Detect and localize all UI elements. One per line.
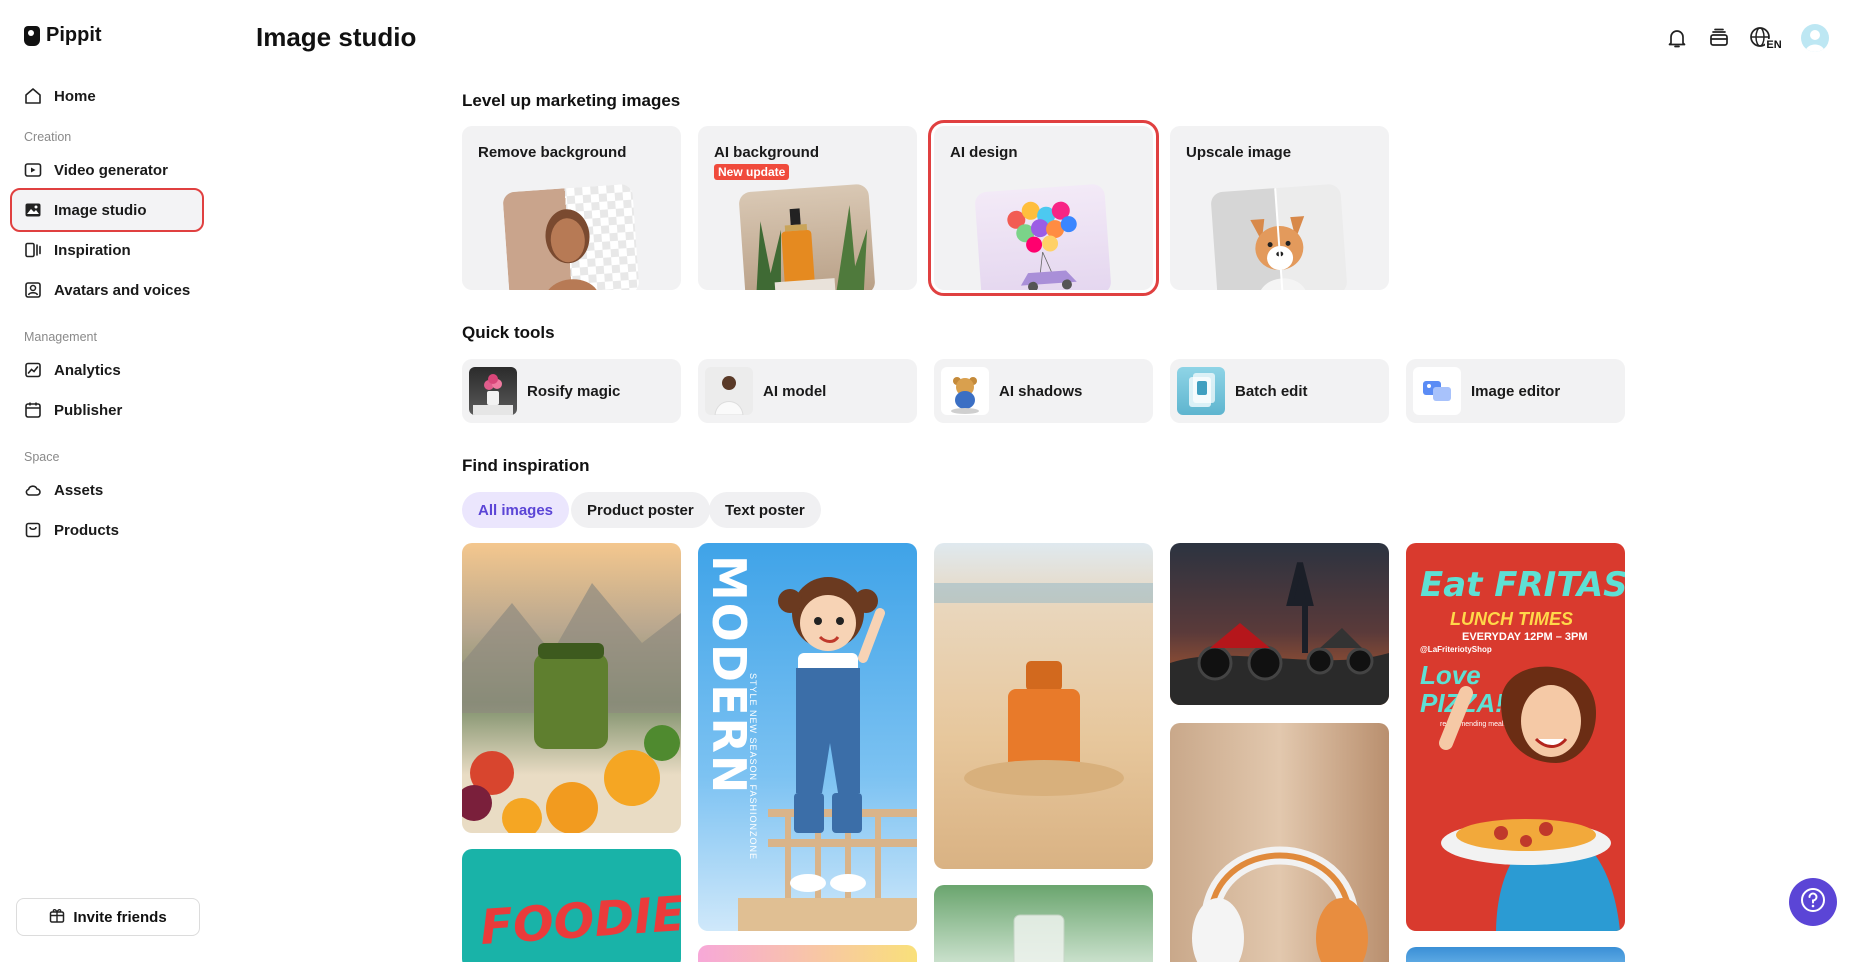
sidebar: Pippit Home Creation Video generator Ima…: [0, 0, 210, 962]
sidebar-item-video-generator[interactable]: Video generator: [12, 150, 202, 190]
sidebar-item-avatars-voices[interactable]: Avatars and voices: [12, 270, 202, 310]
sidebar-item-image-studio[interactable]: Image studio: [10, 188, 204, 232]
invite-friends-label: Invite friends: [73, 908, 167, 926]
foodie-text: FOODIE: [478, 885, 681, 957]
gallery-image-headphones[interactable]: [1170, 723, 1389, 962]
app-logo[interactable]: Pippit: [24, 24, 102, 47]
rosify-magic-thumbnail: [469, 367, 517, 415]
app-name: Pippit: [46, 24, 102, 46]
batch-edit-thumbnail: [1177, 367, 1225, 415]
filter-text-poster[interactable]: Text poster: [709, 492, 821, 528]
tool-label: Rosify magic: [527, 382, 621, 400]
sidebar-item-label: Inspiration: [54, 241, 131, 259]
sidebar-item-label: Avatars and voices: [54, 281, 191, 299]
gallery-image-motorcycles[interactable]: [1170, 543, 1389, 705]
ai-model-thumbnail: [705, 367, 753, 415]
section-label-management: Management: [24, 330, 97, 344]
tool-label: AI model: [763, 382, 827, 400]
gallery-image-colorful[interactable]: [698, 945, 917, 962]
card-ai-background[interactable]: AI background New update: [698, 126, 917, 290]
section-title-quick-tools: Quick tools: [462, 323, 555, 342]
gallery-image-sand-bottle[interactable]: [934, 543, 1153, 869]
card-label: Remove background: [478, 144, 627, 161]
sidebar-item-label: Analytics: [54, 361, 121, 379]
gift-icon: [49, 907, 65, 927]
home-icon: [24, 87, 42, 105]
card-label: Upscale image: [1186, 144, 1292, 161]
new-update-badge: New update: [714, 164, 790, 180]
gallery-image-foodie[interactable]: FOODIE: [462, 849, 681, 962]
tool-ai-model[interactable]: AI model: [698, 359, 917, 423]
page-title: Image studio: [256, 22, 417, 52]
filter-product-poster[interactable]: Product poster: [571, 492, 710, 528]
sidebar-item-inspiration[interactable]: Inspiration: [12, 230, 202, 270]
sidebar-item-label: Home: [54, 87, 96, 105]
invite-friends-button[interactable]: Invite friends: [16, 898, 200, 936]
question-icon: [1800, 887, 1826, 918]
tool-image-editor[interactable]: Image editor: [1406, 359, 1625, 423]
upscale-image-thumbnail: [1210, 183, 1348, 290]
sidebar-item-label: Image studio: [54, 201, 147, 219]
ai-design-thumbnail: [974, 183, 1112, 290]
header-actions: EN: [1665, 24, 1829, 52]
tool-rosify-magic[interactable]: Rosify magic: [462, 359, 681, 423]
sidebar-item-label: Products: [54, 521, 120, 539]
section-title-find-inspiration: Find inspiration: [462, 456, 590, 475]
sidebar-item-analytics[interactable]: Analytics: [12, 350, 202, 390]
tool-batch-edit[interactable]: Batch edit: [1170, 359, 1389, 423]
sidebar-item-label: Video generator: [54, 161, 168, 179]
bell-icon[interactable]: [1665, 26, 1689, 50]
ai-shadows-thumbnail: [941, 367, 989, 415]
calendar-icon: [24, 401, 42, 419]
card-upscale-image[interactable]: Upscale image: [1170, 126, 1389, 290]
sidebar-item-label: Assets: [54, 481, 104, 499]
sidebar-item-label: Publisher: [54, 401, 123, 419]
gallery-image-eat-fritas-poster[interactable]: Eat FRITAS! LUNCH TIMES EVERYDAY 12PM – …: [1406, 543, 1625, 931]
section-label-space: Space: [24, 450, 60, 464]
card-ai-design[interactable]: AI design: [928, 120, 1159, 296]
sidebar-item-publisher[interactable]: Publisher: [12, 390, 202, 430]
sidebar-item-products[interactable]: Products: [12, 510, 202, 550]
section-title-level-up: Level up marketing images: [462, 91, 681, 110]
tool-label: Image editor: [1471, 382, 1561, 400]
language-button[interactable]: EN: [1749, 26, 1783, 51]
cloud-icon: [24, 481, 42, 499]
avatar[interactable]: [1801, 24, 1829, 52]
gallery-image-glass-bottle[interactable]: [934, 885, 1153, 962]
card-label: AI design: [950, 144, 1018, 161]
gallery-image-blue[interactable]: [1406, 947, 1625, 962]
inspiration-icon: [24, 241, 42, 259]
tool-label: AI shadows: [999, 382, 1083, 400]
card-label: AI background: [714, 144, 820, 161]
avatar-voice-icon: [24, 281, 42, 299]
remove-background-thumbnail: [502, 183, 640, 290]
tool-label: Batch edit: [1235, 382, 1308, 400]
section-label-creation: Creation: [24, 130, 72, 144]
image-editor-thumbnail: [1413, 367, 1461, 415]
video-generator-icon: [24, 161, 42, 179]
tool-ai-shadows[interactable]: AI shadows: [934, 359, 1153, 423]
pippit-logo-icon: [24, 25, 40, 46]
image-studio-icon: [24, 201, 42, 219]
gallery-image-green-jar[interactable]: [462, 543, 681, 833]
stack-icon[interactable]: [1707, 26, 1731, 50]
product-bag-icon: [24, 521, 42, 539]
card-remove-background[interactable]: Remove background: [462, 126, 681, 290]
language-code: EN: [1765, 39, 1783, 51]
filter-all-images[interactable]: All images: [462, 492, 570, 528]
help-button[interactable]: [1789, 878, 1837, 926]
sidebar-item-assets[interactable]: Assets: [12, 470, 202, 510]
gallery-image-modern-girl[interactable]: MODERN STYLE NEW SEASON FASHIONZONE: [698, 543, 917, 931]
sidebar-item-home[interactable]: Home: [12, 76, 202, 116]
ai-background-thumbnail: [738, 183, 876, 290]
analytics-icon: [24, 361, 42, 379]
